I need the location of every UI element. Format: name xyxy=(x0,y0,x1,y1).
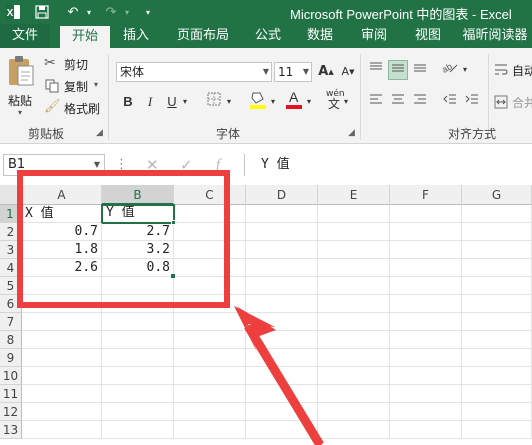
annotation-arrow xyxy=(234,306,324,445)
